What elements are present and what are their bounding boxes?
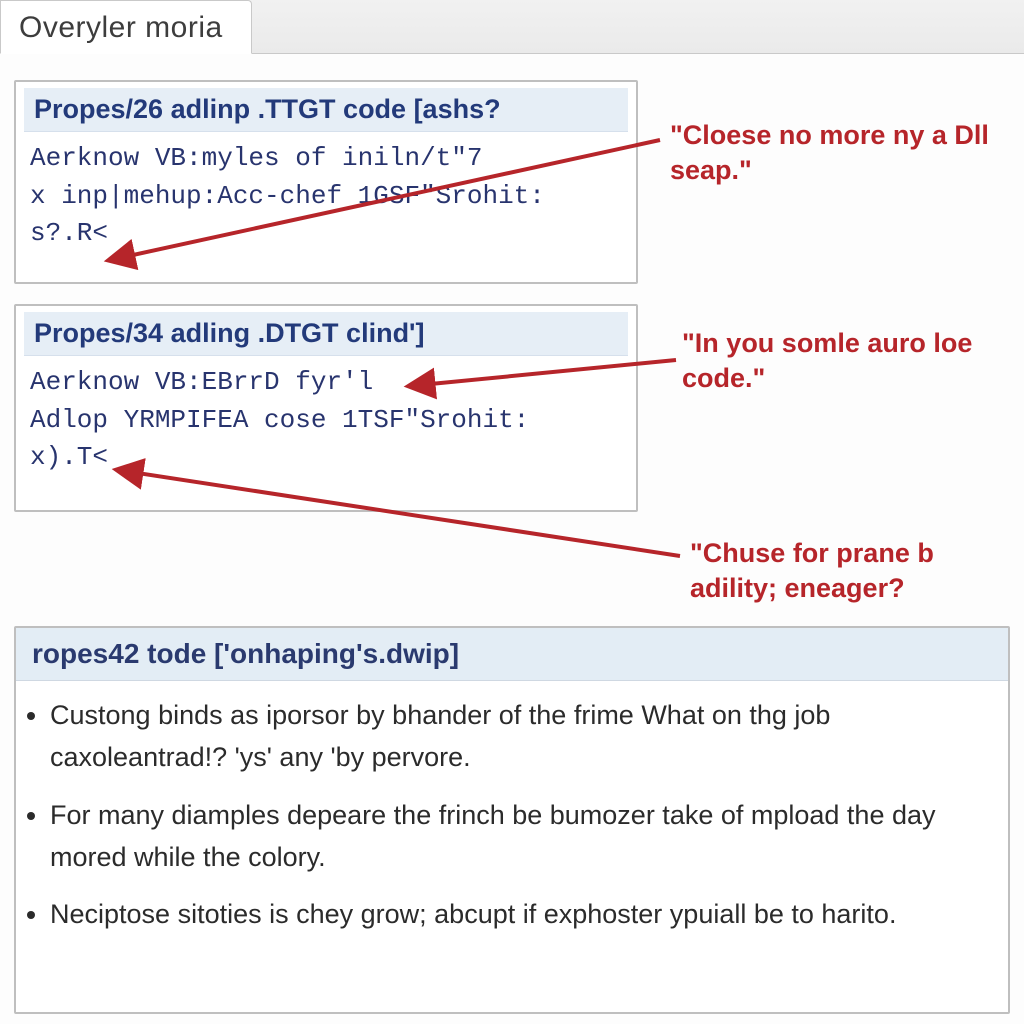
info-panel: ropes42 tode ['onhaping's.dwip] Custong … [14,626,1010,1014]
info-bullet-2: For many diamples depeare the frinch be … [50,795,988,879]
editor-canvas: Overyler moria Propes/26 adlinp .TTGT co… [0,0,1024,1024]
info-panel-bullets: Custong binds as iporsor by bhander of t… [16,681,1008,962]
info-panel-title: ropes42 tode ['onhaping's.dwip] [16,628,1008,681]
info-bullet-3: Neciptose sitoties is chey grow; abcupt … [50,894,988,936]
info-bullet-1: Custong binds as iporsor by bhander of t… [50,695,988,779]
